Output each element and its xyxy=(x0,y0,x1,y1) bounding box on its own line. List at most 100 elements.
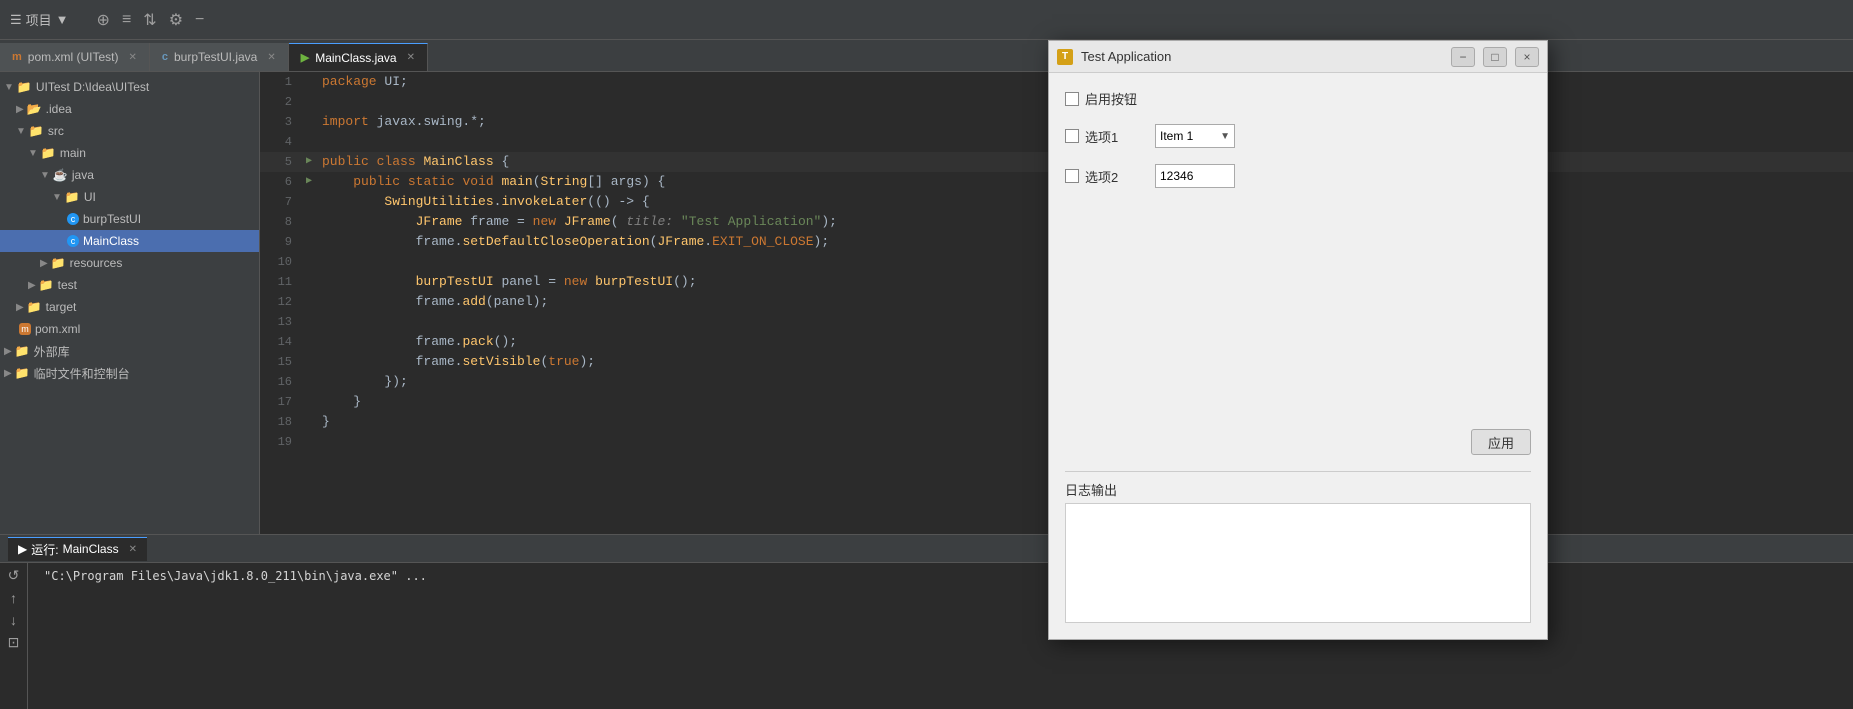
sidebar-item-resources[interactable]: ▶ 📁 resources xyxy=(0,252,259,274)
tab-close-pom[interactable]: ✕ xyxy=(128,52,136,63)
sidebar-label-test: test xyxy=(58,278,77,292)
sidebar-item-temp[interactable]: ▶ 📁 临时文件和控制台 xyxy=(0,362,259,384)
sidebar-label-temp: 临时文件和控制台 xyxy=(34,365,130,382)
float-app-icon: T xyxy=(1057,49,1073,65)
restart-icon[interactable]: ↺ xyxy=(8,567,20,584)
float-maximize-btn[interactable]: □ xyxy=(1483,47,1507,67)
run-output: "C:\Program Files\Java\jdk1.8.0_211\bin\… xyxy=(36,563,1853,709)
tab-label-main: MainClass.java xyxy=(315,51,396,65)
stop-icon[interactable]: ⊡ xyxy=(8,634,20,651)
sidebar-item-burptestui[interactable]: c burpTestUI xyxy=(0,208,259,230)
enable-btn-checkbox[interactable] xyxy=(1065,92,1079,106)
class-icon-mainclass: c xyxy=(67,235,79,247)
tab-icon-main: ▶ xyxy=(301,51,309,64)
add-icon[interactable]: ⊕ xyxy=(97,10,110,30)
float-close-btn[interactable]: × xyxy=(1515,47,1539,67)
scroll-down-icon[interactable]: ↓ xyxy=(10,612,17,628)
arrow-java: ▼ xyxy=(40,170,50,181)
option1-checkbox-label[interactable]: 选项1 xyxy=(1065,127,1145,146)
folder-icon-uitest: 📁 xyxy=(17,80,32,94)
tab-label-burp: burpTestUI.java xyxy=(174,50,257,64)
arrow-external: ▶ xyxy=(4,346,12,357)
log-area[interactable] xyxy=(1065,503,1531,623)
log-section: 日志输出 xyxy=(1065,471,1531,623)
run-arrow-5[interactable]: ▶ xyxy=(300,152,318,172)
sidebar-item-external[interactable]: ▶ 📁 外部库 xyxy=(0,340,259,362)
option2-checkbox[interactable] xyxy=(1065,169,1079,183)
split-icon[interactable]: ⇅ xyxy=(143,10,156,30)
float-body: 启用按钮 选项1 Item 1 ▼ 选项2 12346 xyxy=(1049,73,1547,639)
tab-pom[interactable]: m pom.xml (UITest) ✕ xyxy=(0,43,150,71)
arrow-idea: ▶ xyxy=(16,104,24,115)
tab-icon-pom: m xyxy=(12,51,22,63)
option1-row: 选项1 Item 1 ▼ xyxy=(1065,124,1531,148)
sidebar-item-java[interactable]: ▼ ☕ java xyxy=(0,164,259,186)
sidebar-item-ui[interactable]: ▼ 📁 UI xyxy=(0,186,259,208)
main-content: ▼ 📁 UITest D:\Idea\UITest ▶ 📂 .idea ▼ 📁 … xyxy=(0,72,1853,534)
folder-icon-external: 📁 xyxy=(15,344,30,358)
sidebar-item-src[interactable]: ▼ 📁 src xyxy=(0,120,259,142)
tabs-bar: m pom.xml (UITest) ✕ c burpTestUI.java ✕… xyxy=(0,40,1853,72)
sidebar-item-uitest[interactable]: ▼ 📁 UITest D:\Idea\UITest xyxy=(0,76,259,98)
project-dropdown-arrow: ▼ xyxy=(56,12,69,27)
gear-icon[interactable]: ⚙ xyxy=(169,10,183,30)
folder-icon-target: 📁 xyxy=(27,300,42,314)
tab-close-burp[interactable]: ✕ xyxy=(267,52,275,63)
enable-btn-label: 启用按钮 xyxy=(1085,89,1137,108)
text-field-value: 12346 xyxy=(1160,169,1193,183)
option2-checkbox-label[interactable]: 选项2 xyxy=(1065,167,1145,186)
sidebar-label-mainclass: MainClass xyxy=(83,234,139,248)
sidebar-item-idea[interactable]: ▶ 📂 .idea xyxy=(0,98,259,120)
tab-burp[interactable]: c burpTestUI.java ✕ xyxy=(150,43,289,71)
run-arrow-6[interactable]: ▶ xyxy=(300,172,318,192)
folder-icon-test: 📁 xyxy=(39,278,54,292)
combo-value: Item 1 xyxy=(1160,129,1193,143)
combo-arrow: ▼ xyxy=(1220,131,1230,142)
scroll-up-icon[interactable]: ↑ xyxy=(10,590,17,606)
arrow-target: ▶ xyxy=(16,302,24,313)
toolbar: ☰ 项目 ▼ ⊕ ≡ ⇅ ⚙ − xyxy=(0,0,1853,40)
run-icon-col: ↺ ↑ ↓ ⊡ xyxy=(0,563,28,709)
sidebar-item-main[interactable]: ▼ 📁 main xyxy=(0,142,259,164)
tab-close-main[interactable]: ✕ xyxy=(407,52,415,63)
sidebar-item-test[interactable]: ▶ 📁 test xyxy=(0,274,259,296)
option1-checkbox[interactable] xyxy=(1065,129,1079,143)
sidebar-item-pomxml[interactable]: m pom.xml xyxy=(0,318,259,340)
run-icon-tab: ▶ xyxy=(18,542,27,556)
enable-btn-row: 启用按钮 xyxy=(1065,89,1531,108)
sidebar-label-pomxml: pom.xml xyxy=(35,322,80,336)
project-menu[interactable]: ☰ 项目 ▼ xyxy=(10,10,69,29)
float-minimize-btn[interactable]: − xyxy=(1451,47,1475,67)
spacer xyxy=(1065,204,1531,413)
arrow-ui: ▼ xyxy=(52,192,62,203)
minus-icon[interactable]: − xyxy=(195,11,204,29)
enable-btn-checkbox-label[interactable]: 启用按钮 xyxy=(1065,89,1145,108)
project-label: 项目 xyxy=(26,10,52,29)
option2-row: 选项2 12346 xyxy=(1065,164,1531,188)
folder-icon-src: 📁 xyxy=(29,124,44,138)
sidebar-label-resources: resources xyxy=(70,256,123,270)
apply-button[interactable]: 应用 xyxy=(1471,429,1531,455)
sidebar-label-java: java xyxy=(72,168,94,182)
tab-main[interactable]: ▶ MainClass.java ✕ xyxy=(289,43,428,71)
option1-combobox[interactable]: Item 1 ▼ xyxy=(1155,124,1235,148)
toolbar-icons: ⊕ ≡ ⇅ ⚙ − xyxy=(97,10,205,30)
folder-icon-idea: 📂 xyxy=(27,102,42,116)
project-icon: ☰ xyxy=(10,12,22,28)
bottom-panel: ▶ 运行: MainClass ✕ ↺ ↑ ↓ ⊡ "C:\Program Fi… xyxy=(0,534,1853,709)
arrow-test: ▶ xyxy=(28,280,36,291)
sidebar-label-idea: .idea xyxy=(46,102,72,116)
run-command-text: "C:\Program Files\Java\jdk1.8.0_211\bin\… xyxy=(44,569,427,583)
log-label: 日志输出 xyxy=(1065,480,1531,499)
run-content-area: ↺ ↑ ↓ ⊡ "C:\Program Files\Java\jdk1.8.0_… xyxy=(0,563,1853,709)
sidebar-item-target[interactable]: ▶ 📁 target xyxy=(0,296,259,318)
sidebar-label-target: target xyxy=(46,300,77,314)
bottom-tab-run[interactable]: ▶ 运行: MainClass ✕ xyxy=(8,537,147,561)
folder-icon-main: 📁 xyxy=(41,146,56,160)
sidebar-item-mainclass[interactable]: c MainClass xyxy=(0,230,259,252)
list-icon[interactable]: ≡ xyxy=(122,11,131,29)
run-close[interactable]: ✕ xyxy=(129,544,137,555)
option2-textfield[interactable]: 12346 xyxy=(1155,164,1235,188)
tab-icon-burp: c xyxy=(162,51,168,63)
option1-label: 选项1 xyxy=(1085,127,1118,146)
